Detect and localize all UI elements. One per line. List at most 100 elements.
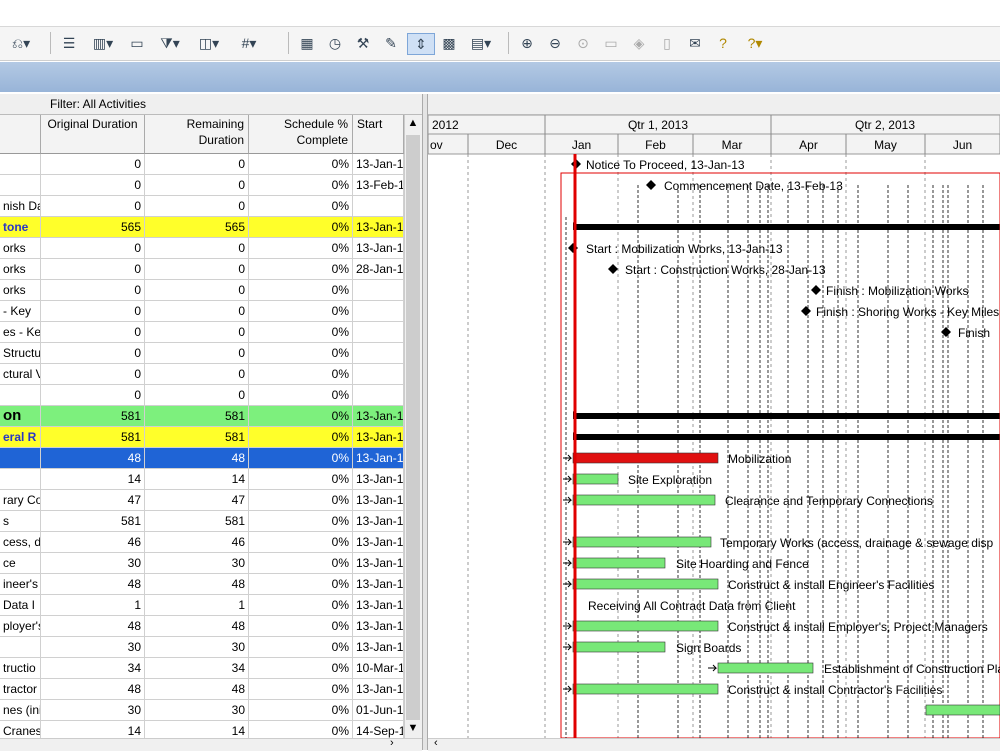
milestone-diamond-icon xyxy=(811,285,821,295)
details-icon[interactable]: ▤▾ xyxy=(466,33,496,53)
zoom-fit-icon[interactable]: ⊙ xyxy=(572,33,594,53)
table-row[interactable]: cess, d 46 46 0% 13-Jan-1 xyxy=(0,532,404,553)
cell-pct: 0% xyxy=(249,448,353,469)
table-row[interactable]: 0 0 0% 13-Feb-1 xyxy=(0,175,404,196)
link-arrow-icon xyxy=(708,664,718,672)
table-row[interactable]: ineer's 48 48 0% 13-Jan-1 xyxy=(0,574,404,595)
columns-icon[interactable]: ▥▾ xyxy=(88,33,118,53)
timescale-month-label: Mar xyxy=(722,138,743,152)
cell-pct: 0% xyxy=(249,406,353,427)
table-horizontal-scrollbar[interactable]: › xyxy=(0,737,422,751)
cell-name: ce xyxy=(0,553,41,574)
wbs-summary-bar xyxy=(573,224,1000,230)
hash-icon[interactable]: #▾ xyxy=(234,33,264,53)
table-row[interactable]: nish Da 0 0 0% xyxy=(0,196,404,217)
filter-icon[interactable]: ⧩▾ xyxy=(155,33,185,53)
cell-start: 13-Jan-1 xyxy=(353,217,404,238)
scroll-left-icon[interactable]: ‹ xyxy=(434,737,438,749)
cell-rem: 48 xyxy=(145,574,249,595)
bars-icon[interactable]: ☰ xyxy=(58,33,80,53)
table-row[interactable]: s 581 581 0% 13-Jan-1 xyxy=(0,511,404,532)
diamond-icon[interactable]: ◈ xyxy=(628,33,650,53)
column-header-start[interactable]: Start xyxy=(353,115,404,154)
column-header-original-duration[interactable]: Original Duration xyxy=(41,115,145,154)
table-row[interactable]: Structu 0 0 0% xyxy=(0,343,404,364)
group-icon[interactable]: ◫▾ xyxy=(194,33,224,53)
split-icon[interactable]: ▭ xyxy=(600,33,622,53)
link-arrow-icon xyxy=(563,622,573,630)
table-row[interactable]: 0 0 0% xyxy=(0,385,404,406)
cell-start: 13-Feb-1 xyxy=(353,175,404,196)
help-icon[interactable]: ? xyxy=(712,33,734,53)
table-row[interactable]: tructio 34 34 0% 10-Mar-1 xyxy=(0,658,404,679)
scroll-right-icon[interactable]: › xyxy=(390,737,394,749)
table-row[interactable]: orks 0 0 0% 13-Jan-1 xyxy=(0,238,404,259)
comment-icon[interactable]: ✉ xyxy=(684,33,706,53)
table-row[interactable]: Data I 1 1 0% 13-Jan-1 xyxy=(0,595,404,616)
activity-bar xyxy=(925,704,1000,716)
layout-icon[interactable]: ▭ xyxy=(126,33,148,53)
cell-rem: 0 xyxy=(145,322,249,343)
milestone-label: Finish : Mobilization Works xyxy=(826,284,969,298)
help-dropdown-icon[interactable]: ?▾ xyxy=(740,33,770,53)
scroll-down-icon[interactable]: ▼ xyxy=(406,722,420,736)
table-row[interactable]: 14 14 0% 13-Jan-1 xyxy=(0,469,404,490)
table-row[interactable]: ce 30 30 0% 13-Jan-1 xyxy=(0,553,404,574)
table-row[interactable]: on 581 581 0% 13-Jan-1 xyxy=(0,406,404,427)
activity-bar xyxy=(572,683,719,695)
cell-start: 14-Sep-1 xyxy=(353,721,404,738)
table-row[interactable]: 48 48 0% 13-Jan-1 xyxy=(0,448,404,469)
cell-name: s xyxy=(0,511,41,532)
cell-name: tructio xyxy=(0,658,41,679)
table-row[interactable]: es - Ke 0 0 0% xyxy=(0,322,404,343)
cell-rem: 0 xyxy=(145,301,249,322)
toolbar: ⎌▾ ☰ ▥▾ ▭ ⧩▾ ◫▾ #▾ ▦ ◷ ⚒ ✎ ⇕ ▩ ▤▾ ⊕ ⊖ ⊙ … xyxy=(0,27,1000,61)
cell-pct: 0% xyxy=(249,532,353,553)
table-row[interactable]: ctural V 0 0 0% xyxy=(0,364,404,385)
assign-icon[interactable]: ▩ xyxy=(438,33,460,53)
page-icon[interactable]: ▯ xyxy=(656,33,678,53)
cell-pct: 0% xyxy=(249,175,353,196)
cell-start xyxy=(353,301,404,322)
column-header-label: Schedule % xyxy=(283,117,348,131)
cell-orig: 48 xyxy=(41,448,145,469)
table-row[interactable]: rary Co 47 47 0% 13-Jan-1 xyxy=(0,490,404,511)
column-header-label: Remaining xyxy=(186,117,244,131)
cell-orig: 48 xyxy=(41,574,145,595)
table-row[interactable]: 0 0 0% 13-Jan-1 xyxy=(0,154,404,175)
cell-name: on xyxy=(0,406,41,427)
table-row[interactable]: tractor 48 48 0% 13-Jan-1 xyxy=(0,679,404,700)
cell-name: rary Co xyxy=(0,490,41,511)
cell-pct: 0% xyxy=(249,280,353,301)
scroll-up-icon[interactable]: ▲ xyxy=(406,117,420,133)
zoom-in-icon[interactable]: ⊕ xyxy=(516,33,538,53)
tools-icon[interactable]: ✎ xyxy=(380,33,402,53)
table-icon[interactable]: ▦ xyxy=(296,33,318,53)
table-row[interactable]: - Key 0 0 0% xyxy=(0,301,404,322)
cell-orig: 48 xyxy=(41,616,145,637)
column-header-schedule-pct[interactable]: Schedule % Complete xyxy=(249,115,353,154)
table-row[interactable]: orks 0 0 0% 28-Jan-1 xyxy=(0,259,404,280)
cell-start: 13-Jan-1 xyxy=(353,679,404,700)
table-row[interactable]: ployer's 48 48 0% 13-Jan-1 xyxy=(0,616,404,637)
wbs-summary-bar xyxy=(573,413,1000,419)
table-scroll-thumb[interactable] xyxy=(406,135,420,720)
table-row[interactable]: tone 565 565 0% 13-Jan-1 xyxy=(0,217,404,238)
schedule-icon[interactable]: ◷ xyxy=(324,33,346,53)
table-row[interactable]: Cranes 14 14 0% 14-Sep-1 xyxy=(0,721,404,738)
cell-pct: 0% xyxy=(249,490,353,511)
network-icon[interactable]: ⚒ xyxy=(352,33,374,53)
table-row[interactable]: nes (ini 30 30 0% 01-Jun-1 xyxy=(0,700,404,721)
table-row[interactable]: orks 0 0 0% xyxy=(0,280,404,301)
table-row[interactable]: eral R 581 581 0% 13-Jan-1 xyxy=(0,427,404,448)
link-arrow-icon xyxy=(563,559,573,567)
column-header-remaining-duration[interactable]: Remaining Duration xyxy=(145,115,249,154)
zoom-out-icon[interactable]: ⊖ xyxy=(544,33,566,53)
table-row[interactable]: 30 30 0% 13-Jan-1 xyxy=(0,637,404,658)
column-header-name[interactable] xyxy=(0,115,41,154)
undo-dropdown-icon[interactable]: ⎌▾ xyxy=(6,33,36,53)
progress-line-icon[interactable]: ⇕ xyxy=(407,33,435,55)
activity-bar-label: Construct & install Employer's, Project … xyxy=(728,620,988,634)
cell-name: orks xyxy=(0,238,41,259)
gantt-horizontal-scrollbar[interactable]: ‹ xyxy=(428,737,1000,751)
